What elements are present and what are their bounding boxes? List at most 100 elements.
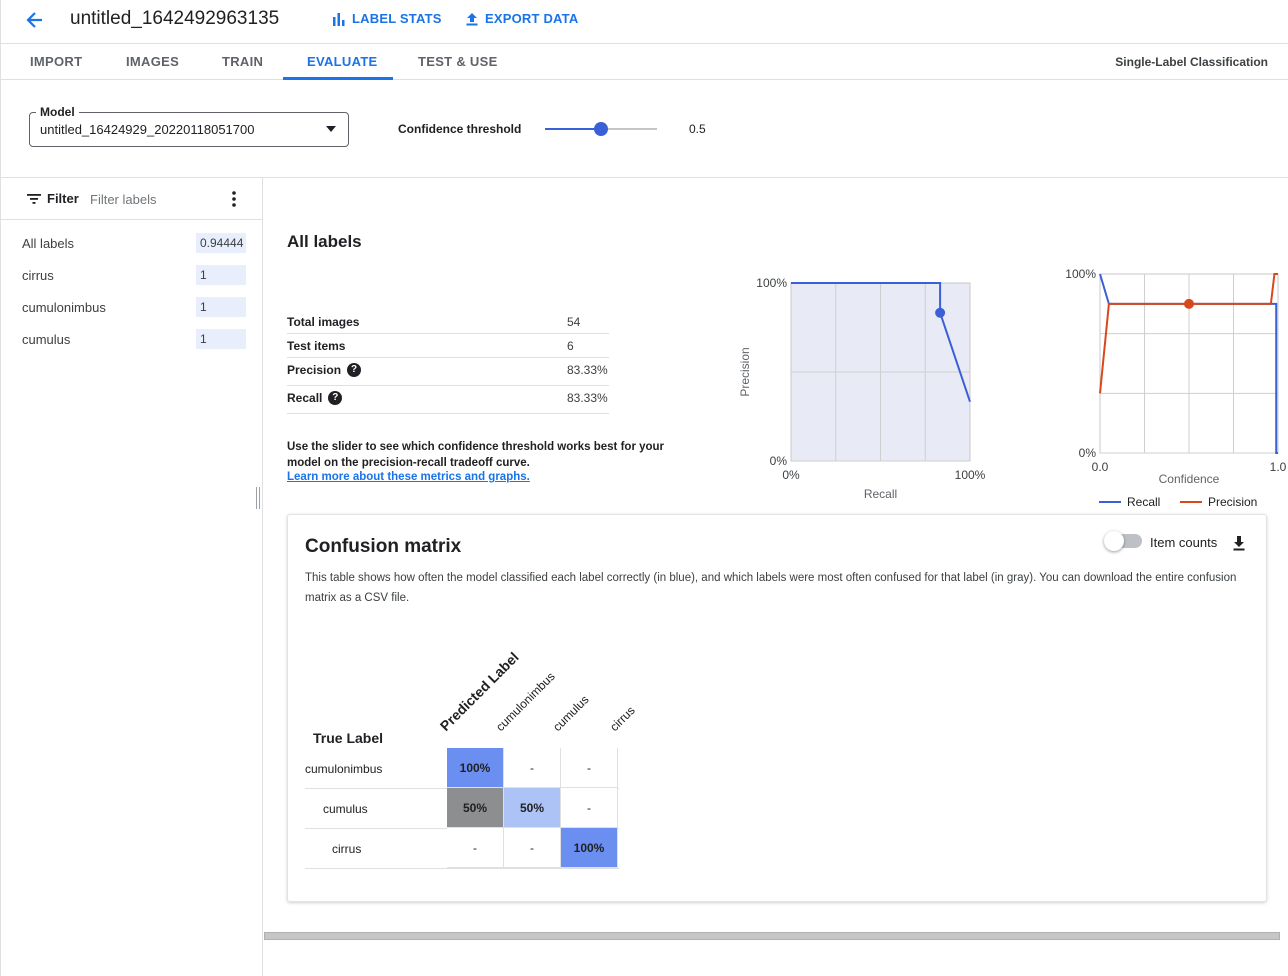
model-select[interactable]: Model untitled_16424929_20220118051700: [29, 105, 349, 147]
metric-value: 83.33%: [567, 391, 608, 405]
row-label: cirrus: [332, 842, 362, 856]
bar-chart-icon: [333, 12, 345, 26]
confidence-threshold-slider[interactable]: [545, 122, 657, 136]
matrix-cell: 50%: [504, 788, 561, 828]
matrix-cell: -: [447, 828, 504, 868]
matrix-cell: -: [561, 748, 618, 788]
label-item-score: 1: [196, 297, 246, 317]
confidence-chart: 100% 0%0.0 1.0 Confidence Recall Precision: [1065, 267, 1287, 509]
label-item-name: cirrus: [22, 268, 54, 283]
label-sidebar: Filter All labels 0.94444 cirrus 1 cumul…: [1, 178, 263, 976]
dataset-title: untitled_1642492963135: [70, 8, 280, 29]
true-label-header: True Label: [313, 730, 384, 746]
column-header: cumulus: [550, 692, 592, 734]
metric-row-test-items: Test items 6: [287, 334, 609, 358]
slider-fill: [545, 128, 601, 130]
matrix-cell: -: [561, 788, 618, 828]
label-item-score: 1: [196, 265, 246, 285]
help-icon[interactable]: ?: [328, 391, 343, 405]
label-item-name: cumulonimbus: [22, 300, 106, 315]
confusion-matrix-title: Confusion matrix: [305, 536, 462, 557]
metric-value: 54: [567, 315, 581, 329]
column-header: cirrus: [607, 703, 638, 734]
app-header: untitled_1642492963135 LABEL STATS EXPOR…: [1, 0, 1288, 44]
y-tick-label: 100%: [756, 276, 787, 290]
confidence-threshold-label: Confidence threshold: [398, 122, 522, 136]
x-tick-label: 0.0: [1092, 460, 1109, 474]
row-label: cumulonimbus: [305, 762, 383, 776]
confusion-matrix-description: This table shows how often the model cla…: [305, 572, 1237, 604]
threshold-hint: Use the slider to see which confidence t…: [287, 441, 665, 469]
precision-recall-chart: 100% 0%0% 100% Recall Precision: [738, 276, 986, 501]
filter-bar: Filter: [1, 178, 262, 220]
model-select-value: untitled_16424929_20220118051700: [40, 122, 255, 137]
tab-bar: IMPORT IMAGES TRAIN EVALUATE TEST & USE …: [1, 44, 1288, 80]
label-item-cumulus[interactable]: cumulus 1: [1, 326, 262, 354]
metric-row-recall: Recall? 83.33%: [287, 386, 609, 414]
export-data-label: EXPORT DATA: [485, 11, 579, 26]
metric-label: Recall?: [287, 391, 343, 405]
dropdown-arrow-icon: [326, 126, 336, 132]
confusion-matrix-card: Confusion matrix Item counts This table …: [287, 514, 1267, 902]
horizontal-scrollbar[interactable]: [264, 932, 1280, 940]
threshold-point: [1184, 298, 1194, 309]
model-type-label: Single-Label Classification: [1115, 55, 1268, 69]
label-item-name: cumulus: [22, 332, 71, 347]
metric-label: Total images: [287, 315, 360, 329]
metric-row-precision: Precision? 83.33%: [287, 358, 609, 386]
x-tick-label: 1.0: [1270, 460, 1287, 474]
upload-icon: [466, 12, 478, 25]
active-tab-indicator: [283, 77, 393, 80]
x-axis-label: Confidence: [1159, 472, 1220, 486]
x-tick-label: 0%: [782, 468, 800, 482]
metric-label: Test items: [287, 339, 346, 353]
legend-label: Precision: [1208, 495, 1257, 509]
filter-labels-input[interactable]: [90, 190, 210, 208]
matrix-cell: -: [504, 828, 561, 868]
label-stats-label: LABEL STATS: [352, 11, 442, 26]
label-item-name: All labels: [22, 236, 75, 251]
filter-icon[interactable]: [27, 193, 41, 205]
threshold-point: [935, 307, 946, 318]
label-item-cumulonimbus[interactable]: cumulonimbus 1: [1, 294, 262, 322]
y-axis-label: Precision: [738, 347, 752, 396]
label-item-score: 0.94444: [196, 233, 246, 253]
y-tick-label: 100%: [1065, 267, 1096, 281]
tab-import[interactable]: IMPORT: [30, 54, 82, 69]
back-button[interactable]: [21, 6, 49, 34]
learn-more-link[interactable]: Learn more about these metrics and graph…: [287, 471, 530, 483]
matrix-cell: 100%: [561, 828, 618, 868]
download-icon[interactable]: [1232, 535, 1246, 551]
evaluate-page: untitled_1642492963135 LABEL STATS EXPOR…: [0, 0, 1288, 976]
x-tick-label: 100%: [955, 468, 986, 482]
slider-thumb[interactable]: [594, 122, 608, 136]
toggle-knob: [1104, 531, 1124, 551]
item-counts-toggle[interactable]: [1104, 531, 1142, 551]
x-axis-label: Recall: [864, 487, 897, 501]
matrix-cell: 50%: [447, 788, 504, 828]
tab-evaluate[interactable]: EVALUATE: [307, 54, 378, 69]
metric-row-total-images: Total images 54: [287, 310, 609, 334]
help-icon[interactable]: ?: [347, 363, 362, 377]
label-item-all-labels[interactable]: All labels 0.94444: [1, 230, 262, 258]
label-item-cirrus[interactable]: cirrus 1: [1, 262, 262, 290]
more-options-icon[interactable]: [230, 190, 238, 208]
metric-label: Precision?: [287, 363, 362, 377]
export-data-button[interactable]: EXPORT DATA: [465, 11, 578, 26]
legend-label: Recall: [1127, 495, 1160, 509]
section-title: All labels: [287, 232, 362, 251]
matrix-cell: 100%: [447, 748, 504, 788]
panel-resize-handle[interactable]: [256, 487, 260, 509]
row-divider: [305, 868, 619, 869]
tab-test-and-use[interactable]: TEST & USE: [418, 54, 498, 69]
tab-train[interactable]: TRAIN: [222, 54, 263, 69]
arrow-back-icon: [26, 12, 42, 28]
confidence-threshold-value: 0.5: [689, 122, 706, 136]
label-stats-button[interactable]: LABEL STATS: [332, 11, 442, 26]
metric-value: 83.33%: [567, 363, 608, 377]
label-item-score: 1: [196, 329, 246, 349]
filter-label: Filter: [47, 191, 79, 206]
item-counts-label: Item counts: [1150, 535, 1218, 550]
y-tick-label: 0%: [1079, 446, 1097, 460]
tab-images[interactable]: IMAGES: [126, 54, 179, 69]
